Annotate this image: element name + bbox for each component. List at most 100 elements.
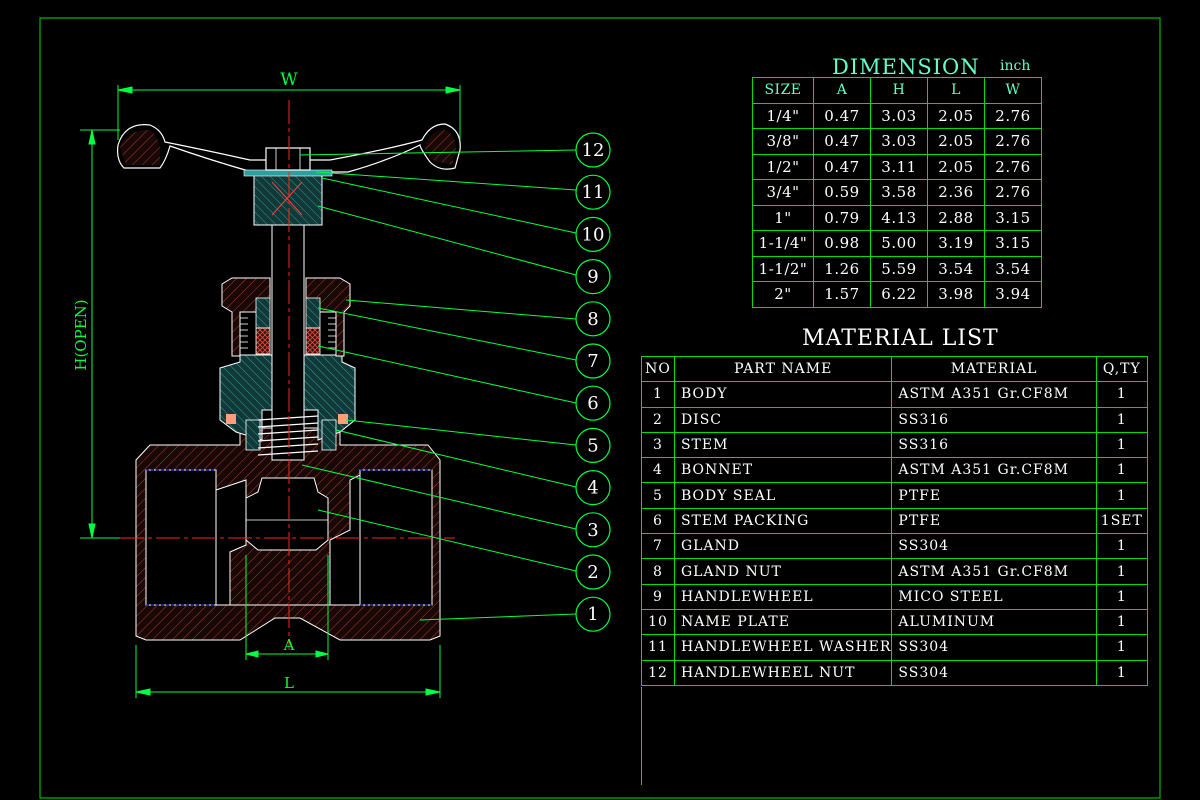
dim-value-cell: 3.15 (984, 204, 1042, 231)
part-name-cell: NAME PLATE (673, 608, 893, 636)
callout-number: 3 (587, 520, 598, 541)
stem-packing (255, 327, 271, 355)
dim-label-h-open: H(OPEN) (72, 299, 90, 370)
dim-value-cell: 2.76 (984, 179, 1042, 206)
dim-value-cell: 4.13 (870, 204, 928, 231)
part-no-cell: 2 (641, 406, 675, 433)
material-cell: SS304 (891, 659, 1097, 686)
dim-row: 1-1/2" 1.26 5.59 3.54 3.54 (752, 255, 1042, 282)
dim-value-cell: 6.22 (870, 281, 928, 308)
part-name-cell: STEM (673, 431, 893, 459)
material-cell: ASTM A351 Gr.CF8M (891, 381, 1097, 408)
callout-4: 4 (575, 470, 611, 506)
dim-value-cell: 3.54 (927, 255, 985, 282)
dim-row: 1/4" 0.47 3.03 2.05 2.76 (752, 102, 1042, 129)
part-no-cell: 4 (641, 457, 675, 484)
material-row: 5 BODY SEAL PTFE 1 (641, 482, 1149, 509)
material-cell: SS316 (891, 406, 1097, 433)
material-cell: SS316 (891, 431, 1097, 459)
dim-value-cell: 0.47 (813, 102, 871, 129)
part-name-cell: BODY (673, 381, 893, 408)
dim-label-w: W (280, 70, 298, 90)
callout-number: 12 (582, 140, 605, 161)
dim-value-cell: 0.98 (813, 230, 871, 257)
part-no-cell: 12 (641, 659, 675, 686)
dim-value-cell: 3.54 (984, 255, 1042, 282)
qty-cell: 1 (1095, 608, 1149, 636)
dim-row: 2" 1.57 6.22 3.98 3.94 (752, 281, 1042, 308)
dim-header-3: L (927, 77, 985, 104)
material-header-0: NO (641, 355, 675, 383)
material-list-title: MATERIAL LIST (802, 326, 999, 351)
dim-size-cell: 1/4" (752, 102, 814, 129)
dim-row: 3/8" 0.47 3.03 2.05 2.76 (752, 128, 1042, 155)
material-header-3: Q,TY (1095, 355, 1149, 383)
qty-cell: 1 (1095, 659, 1149, 686)
part-name-cell: BONNET (673, 457, 893, 484)
dim-value-cell: 2.76 (984, 153, 1042, 180)
part-name-cell: DISC (673, 406, 893, 433)
part-no-cell: 8 (641, 558, 675, 585)
dim-value-cell: 0.47 (813, 128, 871, 155)
dim-header-1: A (813, 77, 871, 104)
callout-11: 11 (575, 174, 611, 210)
qty-cell: 1 (1095, 533, 1149, 560)
part-name-cell: HANDLEWHEEL (673, 583, 893, 610)
dim-value-cell: 1.57 (813, 281, 871, 308)
material-cell: PTFE (891, 507, 1097, 535)
material-row: 3 STEM SS316 1 (641, 431, 1149, 459)
callout-8: 8 (575, 301, 611, 337)
dim-header-4: W (984, 77, 1042, 104)
qty-cell: 1SET (1095, 507, 1149, 535)
qty-cell: 1 (1095, 482, 1149, 509)
dim-value-cell: 3.03 (870, 102, 928, 129)
material-list-table: NO PART NAME MATERIAL Q,TY 1 BODY ASTM A351 G… (641, 355, 1149, 686)
dim-value-cell: 2.76 (984, 128, 1042, 155)
callout-2: 2 (575, 554, 611, 590)
material-cell: ASTM A351 Gr.CF8M (891, 558, 1097, 585)
dim-value-cell: 0.79 (813, 204, 871, 231)
dim-header-2: H (870, 77, 928, 104)
qty-cell: 1 (1095, 583, 1149, 610)
dim-value-cell: 2.76 (984, 102, 1042, 129)
material-row: 9 HANDLEWHEEL MICO STEEL 1 (641, 583, 1149, 610)
part-name-cell: HANDLEWHEEL NUT (673, 659, 893, 686)
dim-value-cell: 3.15 (984, 230, 1042, 257)
part-no-cell: 9 (641, 583, 675, 610)
dim-value-cell: 1.26 (813, 255, 871, 282)
dim-size-cell: 1-1/2" (752, 255, 814, 282)
dim-value-cell: 5.59 (870, 255, 928, 282)
material-cell: PTFE (891, 482, 1097, 509)
material-cell: MICO STEEL (891, 583, 1097, 610)
qty-cell: 1 (1095, 406, 1149, 433)
material-row: 1 BODY ASTM A351 Gr.CF8M 1 (641, 381, 1149, 408)
qty-cell: 1 (1095, 431, 1149, 459)
material-header-1: PART NAME (673, 355, 893, 383)
part-no-cell: 11 (641, 634, 675, 661)
material-list-frame-extension (641, 687, 1148, 785)
callout-5: 5 (575, 427, 611, 463)
dim-label-l: L (284, 674, 294, 692)
dim-label-a: A (283, 636, 295, 654)
callout-number: 5 (587, 435, 598, 456)
callout-7: 7 (575, 343, 611, 379)
part-no-cell: 6 (641, 507, 675, 535)
dim-size-cell: 1/2" (752, 153, 814, 180)
dim-value-cell: 2.05 (927, 128, 985, 155)
dim-value-cell: 2.05 (927, 102, 985, 129)
dimension-table: SIZE A H L W 1/4" 0.47 3.03 2.05 2.76 3/8" 0.47 3.0… (752, 77, 1042, 308)
part-no-cell: 3 (641, 431, 675, 459)
material-cell: ASTM A351 Gr.CF8M (891, 457, 1097, 484)
dimension-title: DIMENSION (832, 55, 980, 79)
material-cell: ALUMINUM (891, 608, 1097, 636)
material-header-2: MATERIAL (891, 355, 1097, 383)
callout-number: 8 (587, 309, 598, 330)
dim-size-cell: 3/8" (752, 128, 814, 155)
callout-number: 11 (582, 182, 605, 203)
material-cell: SS304 (891, 533, 1097, 560)
dim-value-cell: 2.88 (927, 204, 985, 231)
dim-value-cell: 2.36 (927, 179, 985, 206)
gland (255, 297, 271, 329)
callout-1: 1 (575, 596, 611, 632)
part-name-cell: GLAND NUT (673, 558, 893, 585)
